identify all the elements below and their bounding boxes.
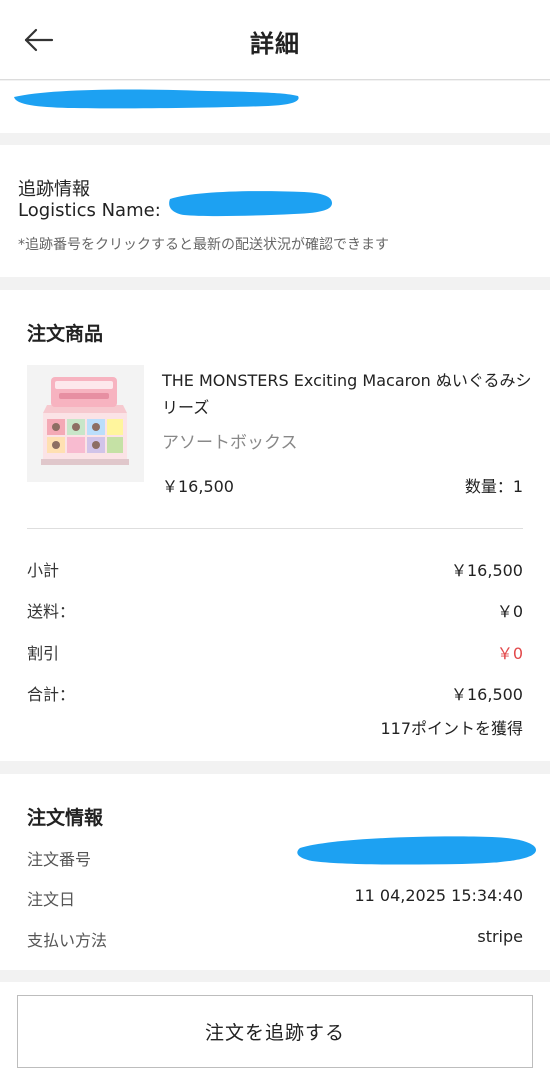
order-date-value: 11 04,2025 15:34:40: [354, 886, 523, 905]
shipping-value: ￥0: [496, 602, 523, 621]
app-header: 詳細: [0, 0, 550, 80]
order-detail-page: 詳細 追跡情報 Logistics Name: *追跡番号をクリックすると最新の…: [0, 0, 550, 1080]
product-item[interactable]: THE MONSTERS Exciting Macaron ぬいぐるみシリーズ …: [0, 327, 550, 496]
track-order-button[interactable]: 注文を追跡する: [17, 995, 533, 1068]
payment-method-value: stripe: [477, 927, 523, 946]
product-variant: アソートボックス: [162, 433, 298, 453]
tracking-info-card: 追跡情報 Logistics Name: *追跡番号をクリックすると最新の配送状…: [0, 145, 550, 277]
product-quantity: 数量：1: [464, 477, 523, 496]
page-title: 詳細: [250, 30, 300, 58]
product-thumbnail[interactable]: [27, 365, 144, 482]
shipping-label: 送料：: [27, 602, 76, 621]
order-number-redaction: [297, 836, 536, 865]
address-card: [0, 81, 550, 133]
points-earned: 117ポイントを獲得: [380, 719, 523, 738]
order-info-card: 注文情報 注文番号 注文日 11 04,2025 15:34:40 支払い方法 …: [0, 774, 550, 970]
logistics-name-label: Logistics Name:: [18, 200, 161, 221]
address-redaction: [14, 89, 299, 109]
product-name[interactable]: THE MONSTERS Exciting Macaron ぬいぐるみシリーズ: [162, 367, 532, 421]
total-label: 合計：: [27, 685, 76, 704]
subtotal-value: ￥16,500: [451, 561, 523, 580]
subtotal-label: 小計: [27, 561, 60, 580]
tracking-title: 追跡情報: [18, 179, 90, 200]
logistics-name-redaction[interactable]: [164, 187, 336, 223]
order-items-card: 注文商品 THE MONSTERS Exciting Macaron ぬいぐるみ…: [0, 290, 550, 761]
discount-value: ￥0: [496, 644, 523, 663]
discount-label: 割引: [27, 644, 60, 663]
order-date-label: 注文日: [27, 890, 76, 909]
order-info-title: 注文情報: [27, 807, 104, 829]
total-value: ￥16,500: [451, 685, 523, 704]
order-number-label: 注文番号: [27, 850, 92, 869]
payment-method-label: 支払い方法: [27, 931, 108, 950]
items-divider: [27, 528, 523, 529]
product-price: ￥16,500: [162, 477, 234, 496]
tracking-note: *追跡番号をクリックすると最新の配送状況が確認できます: [18, 237, 389, 253]
